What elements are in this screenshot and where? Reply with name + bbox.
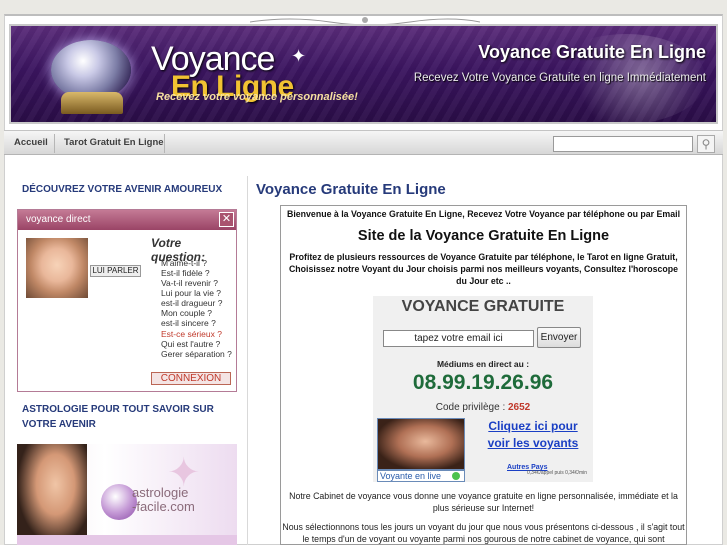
question-item[interactable]: Mon couple ? xyxy=(161,308,212,318)
voir-voyants-line1: Cliquez ici pour xyxy=(488,419,578,433)
intro-text: Profitez de plusieurs ressources de Voya… xyxy=(288,252,679,286)
tarif-note: 0,34€/appel puis 0,34€/min xyxy=(527,470,588,476)
question-item[interactable]: Est-il fidèle ? xyxy=(161,268,210,278)
widget-title: voyance direct xyxy=(26,214,91,225)
nav-item-tarot[interactable]: Tarot Gratuit En Ligne xyxy=(64,137,164,148)
question-item[interactable]: Est-ce sérieux ? xyxy=(161,329,222,339)
question-item[interactable]: est-il sincere ? xyxy=(161,318,216,328)
question-item[interactable]: est-il dragueur ? xyxy=(161,298,222,308)
column-divider xyxy=(247,176,248,545)
astrologie-banner[interactable]: ✦ astrologie -facile.com xyxy=(17,444,237,545)
code-privilege: Code privilège : 2652 xyxy=(373,402,593,413)
header-banner: Voyance ✦ En Ligne Recevez votre voyance… xyxy=(9,24,718,124)
voyante-live-label[interactable]: Voyante en live xyxy=(377,470,465,482)
close-icon[interactable]: ✕ xyxy=(219,212,234,227)
site-heading: Site de la Voyance Gratuite En Ligne xyxy=(357,228,610,244)
phone-number[interactable]: 08.99.19.26.96 xyxy=(373,371,593,395)
nav-divider xyxy=(164,134,165,153)
question-item[interactable]: M'aime-t-il ? xyxy=(161,258,207,268)
widget-titlebar: voyance direct ✕ xyxy=(18,210,236,230)
crystal-ball-stand xyxy=(61,92,123,114)
voyante-live-text: Voyante en live xyxy=(380,471,442,481)
voyance-direct-widget: voyance direct ✕ LUI PARLER Votre questi… xyxy=(17,209,237,392)
welcome-text: Bienvenue à la Voyance Gratuite En Ligne… xyxy=(286,209,681,219)
connexion-button[interactable]: CONNEXION xyxy=(151,372,231,385)
paragraph-cabinet: Notre Cabinet de voyance vous donne une … xyxy=(289,491,678,513)
question-item[interactable]: Qui est l'autre ? xyxy=(161,339,220,349)
mediums-label: Médiums en direct au : xyxy=(436,359,530,369)
nav-bar: Accueil Tarot Gratuit En Ligne ⚲ xyxy=(4,130,723,155)
psychic-photo[interactable] xyxy=(26,238,88,298)
search-icon[interactable]: ⚲ xyxy=(697,135,715,153)
sidebar-heading-amour: DÉCOUVREZ VOTRE AVENIR AMOUREUX xyxy=(22,184,223,195)
nav-divider xyxy=(54,134,55,153)
sidebar-heading-astro-line2: VOTRE AVENIR xyxy=(22,419,96,430)
page-title: Voyance Gratuite En Ligne xyxy=(256,181,446,198)
sidebar-heading-astro: ASTROLOGIE POUR TOUT SAVOIR SUR xyxy=(22,404,214,415)
code-label: Code privilège : xyxy=(435,402,506,413)
astro-logo-line2: -facile.com xyxy=(132,499,195,514)
online-status-icon xyxy=(452,472,460,480)
email-field[interactable]: tapez votre email ici xyxy=(383,330,534,347)
star-icon: ✦ xyxy=(291,46,307,66)
nav-item-accueil[interactable]: Accueil xyxy=(14,137,48,148)
astro-logo-text: astrologie -facile.com xyxy=(132,486,195,514)
astro-model-photo xyxy=(17,444,87,545)
voir-voyants-line2: voir les voyants xyxy=(487,436,579,450)
banner-title: Voyance Gratuite En Ligne xyxy=(478,42,706,62)
paragraph-voyant-du-jour: Nous sélectionnons tous les jours un voy… xyxy=(282,522,685,544)
vg-title: VOYANCE GRATUITE xyxy=(401,298,565,315)
search-input[interactable] xyxy=(553,136,693,152)
code-value: 2652 xyxy=(508,402,531,413)
astro-bottom-strip xyxy=(17,535,237,545)
astro-logo-line1: astrologie xyxy=(132,485,189,500)
question-item[interactable]: Lui pour la vie ? xyxy=(161,288,221,298)
envoyer-button[interactable]: Envoyer xyxy=(537,327,581,348)
question-item[interactable]: Gerer séparation ? xyxy=(161,349,232,359)
voyance-gratuite-panel: VOYANCE GRATUITE tapez votre email ici E… xyxy=(373,296,593,482)
crystal-ball-icon xyxy=(51,40,131,100)
lui-parler-button[interactable]: LUI PARLER xyxy=(90,265,141,277)
voir-voyants-link[interactable]: Cliquez ici pour voir les voyants xyxy=(477,418,589,452)
logo-tagline: Recevez votre voyance personnalisée! xyxy=(156,91,358,103)
voyante-photo[interactable] xyxy=(377,418,465,470)
question-item[interactable]: Va-t-il revenir ? xyxy=(161,278,218,288)
banner-subtitle: Recevez Votre Voyance Gratuite en ligne … xyxy=(413,72,706,84)
